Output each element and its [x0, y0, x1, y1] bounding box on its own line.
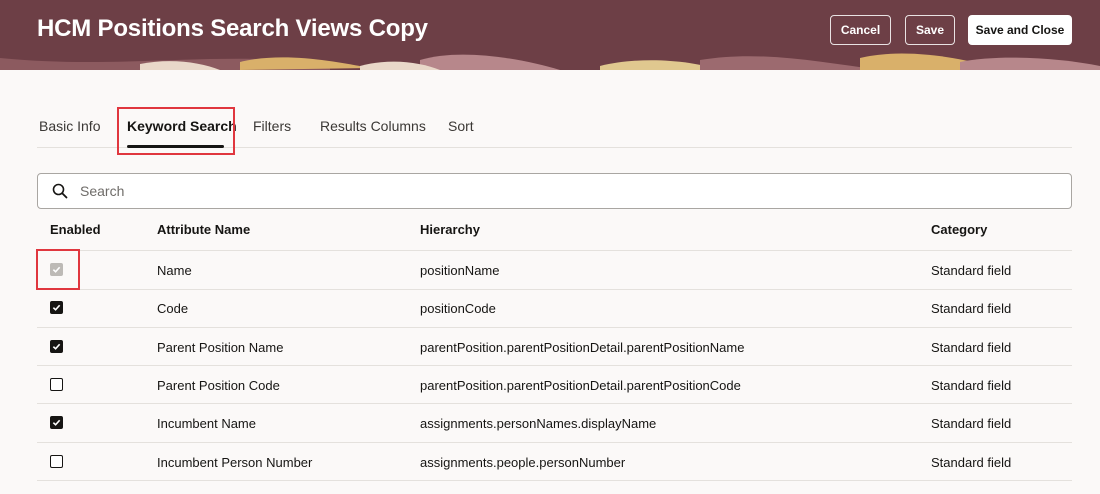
column-header-category[interactable]: Category	[931, 222, 987, 237]
tab-filters[interactable]: Filters	[253, 105, 291, 147]
checkmark-icon	[52, 304, 61, 311]
cancel-button[interactable]: Cancel	[830, 15, 891, 45]
category-cell: Standard field	[931, 378, 1012, 393]
search-icon	[52, 183, 68, 199]
enabled-checkbox[interactable]	[50, 378, 63, 391]
row-divider	[37, 327, 1072, 328]
page-header: HCM Positions Search Views Copy Cancel S…	[0, 0, 1100, 70]
hierarchy-cell: assignments.personNames.displayName	[420, 416, 657, 431]
enabled-checkbox[interactable]	[50, 416, 63, 429]
hierarchy-cell: positionCode	[420, 301, 496, 316]
enabled-checkbox[interactable]	[50, 301, 63, 314]
column-header-hierarchy[interactable]: Hierarchy	[420, 222, 480, 237]
attribute-name-cell: Incumbent Person Number	[157, 455, 313, 470]
attribute-name-cell: Name	[157, 263, 192, 278]
page-title: HCM Positions Search Views Copy	[37, 15, 428, 42]
enabled-checkbox[interactable]	[50, 455, 63, 468]
tab-results-columns[interactable]: Results Columns	[320, 105, 426, 147]
hierarchy-cell: positionName	[420, 263, 500, 278]
row-divider	[37, 250, 1072, 251]
category-cell: Standard field	[931, 416, 1012, 431]
attribute-name-cell: Incumbent Name	[157, 416, 256, 431]
row-divider	[37, 365, 1072, 366]
hierarchy-cell: parentPosition.parentPositionDetail.pare…	[420, 378, 741, 393]
hierarchy-cell: parentPosition.parentPositionDetail.pare…	[420, 340, 745, 355]
attribute-name-cell: Parent Position Code	[157, 378, 280, 393]
attribute-name-cell: Code	[157, 301, 189, 316]
tab-sort[interactable]: Sort	[448, 105, 474, 147]
save-and-close-button[interactable]: Save and Close	[968, 15, 1072, 45]
search-bar	[37, 173, 1072, 209]
row-divider	[37, 480, 1072, 481]
category-cell: Standard field	[931, 263, 1012, 278]
tab-highlight-box	[117, 107, 235, 155]
category-cell: Standard field	[931, 455, 1012, 470]
checkmark-icon	[52, 343, 61, 350]
checkbox-highlight-box	[36, 249, 80, 290]
row-divider	[37, 442, 1072, 443]
column-header-attribute-name[interactable]: Attribute Name	[157, 222, 250, 237]
enabled-checkbox[interactable]	[50, 340, 63, 353]
row-divider	[37, 289, 1072, 290]
category-cell: Standard field	[931, 340, 1012, 355]
attribute-name-cell: Parent Position Name	[157, 340, 284, 355]
tab-basic-info[interactable]: Basic Info	[39, 105, 100, 147]
category-cell: Standard field	[931, 301, 1012, 316]
row-divider	[37, 403, 1072, 404]
search-input[interactable]	[80, 174, 1060, 208]
column-header-enabled[interactable]: Enabled	[50, 222, 101, 237]
save-button[interactable]: Save	[905, 15, 955, 45]
hierarchy-cell: assignments.people.personNumber	[420, 455, 626, 470]
checkmark-icon	[52, 419, 61, 426]
